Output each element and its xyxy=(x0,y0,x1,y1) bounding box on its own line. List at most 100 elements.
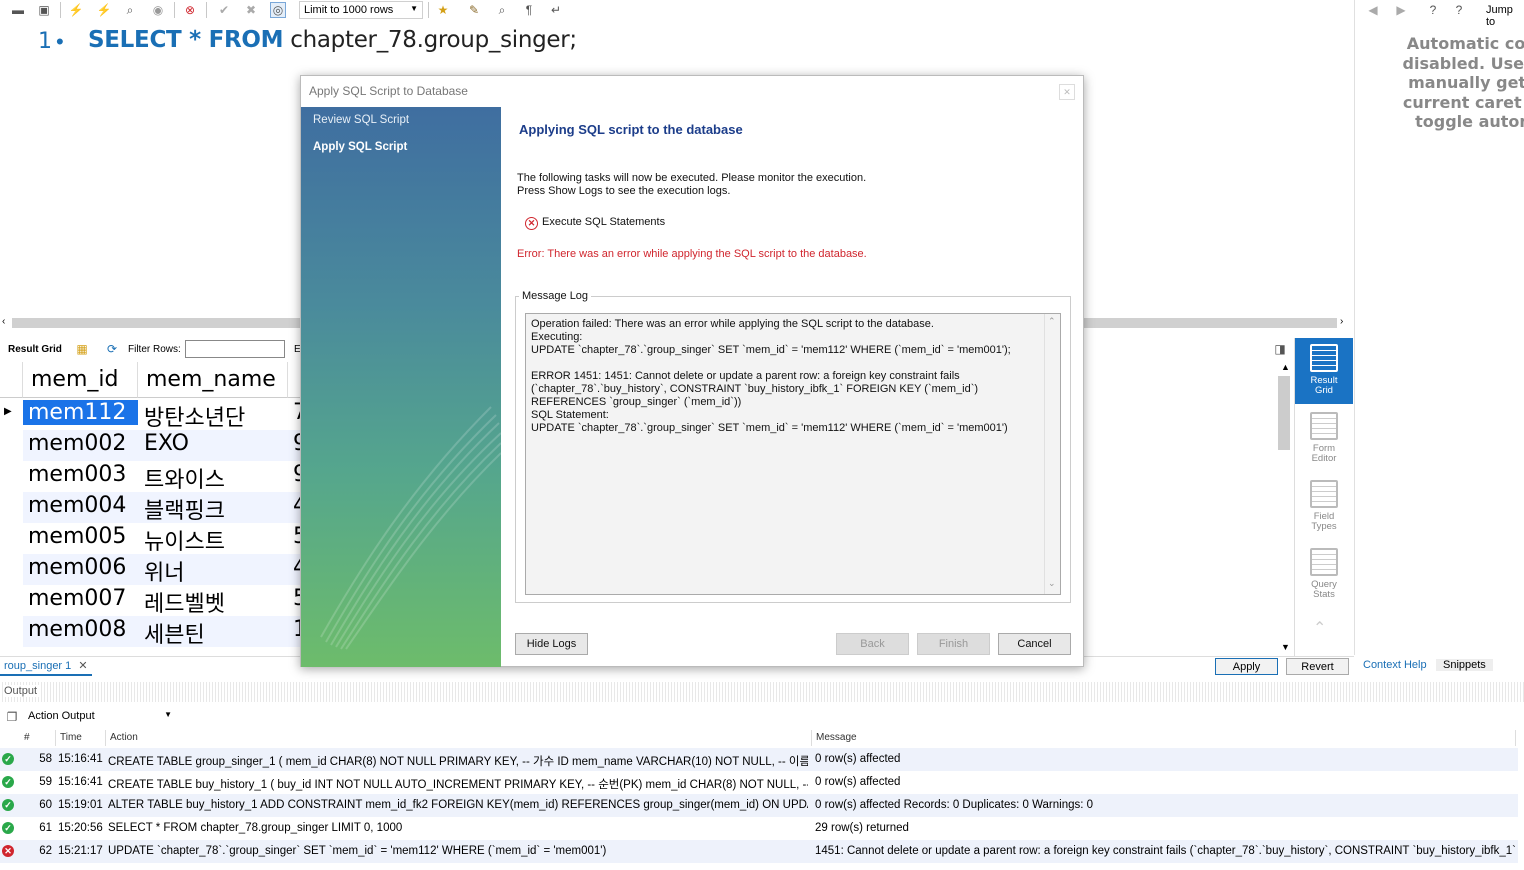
cell-partial[interactable]: 9 xyxy=(293,431,300,456)
cell-mem-id[interactable]: mem003 xyxy=(23,462,138,487)
message-log-scrollbar[interactable]: ⌃ ⌄ xyxy=(1044,314,1060,594)
grid-vertical-scrollbar[interactable]: ▲ ▼ xyxy=(1276,362,1294,656)
cell-mem-name[interactable]: EXO xyxy=(144,431,294,456)
sql-statement[interactable]: SELECT * FROM chapter_78.group_singer; xyxy=(88,27,577,53)
table-row[interactable]: mem004블랙핑크4 xyxy=(23,492,300,525)
cell-mem-id[interactable]: mem004 xyxy=(23,493,138,518)
save-icon[interactable]: ▣ xyxy=(36,2,52,18)
scroll-up-icon[interactable]: ▲ xyxy=(1281,362,1290,372)
output-row[interactable]: ✕ 62 15:21:17 UPDATE `chapter_78`.`group_si… xyxy=(0,840,1518,863)
open-folder-icon[interactable]: ▬ xyxy=(10,2,26,18)
table-row[interactable]: mem005뉴이스트5 xyxy=(23,523,300,556)
limit-rows-select[interactable]: Limit to 1000 rows ▼ xyxy=(299,1,423,19)
revert-button[interactable]: Revert xyxy=(1286,658,1349,675)
side-tab-result-grid[interactable]: Result Grid xyxy=(1295,338,1353,404)
scroll-down-icon[interactable]: ▼ xyxy=(1281,642,1290,652)
result-grid[interactable]: mem_id mem_name ▶ mem112방탄소년단7mem002EXO9… xyxy=(0,362,300,656)
finish-button[interactable]: Finish xyxy=(917,633,990,655)
tab-snippets[interactable]: Snippets xyxy=(1436,659,1493,671)
beautify-broom-icon[interactable]: ✎ xyxy=(466,2,482,18)
action-output-select[interactable]: Action Output ▼ xyxy=(24,708,174,726)
cell-mem-name[interactable]: 트와이스 xyxy=(144,462,294,494)
cancel-button[interactable]: Cancel xyxy=(998,633,1071,655)
cell-mem-name[interactable]: 세븐틴 xyxy=(144,617,294,649)
execute-current-icon[interactable]: ⚡ xyxy=(96,2,112,18)
commit-icon[interactable]: ✔ xyxy=(216,2,232,18)
tab-group-singer[interactable]: roup_singer 1 ✕ xyxy=(0,657,92,676)
cell-mem-name[interactable]: 뉴이스트 xyxy=(144,524,294,556)
back-button[interactable]: Back xyxy=(836,633,909,655)
column-header-num[interactable]: # xyxy=(20,730,56,746)
column-header-mem-id[interactable]: mem_id xyxy=(23,362,138,398)
column-header-mem-name[interactable]: mem_name xyxy=(138,362,288,398)
invisible-chars-icon[interactable]: ¶ xyxy=(521,2,537,18)
auto-help-icon[interactable]: ? xyxy=(1451,2,1467,18)
bookmark-star-icon[interactable]: ★ xyxy=(435,2,451,18)
output-row[interactable]: ✓ 61 15:20:56 SELECT * FROM chapter_78.grou… xyxy=(0,817,1518,840)
find-magnifier-icon[interactable]: ⌕ xyxy=(494,2,510,18)
forward-arrow-icon[interactable]: ▶ xyxy=(1393,2,1409,18)
cell-partial[interactable]: 9 xyxy=(293,462,300,487)
cell-partial[interactable]: 4 xyxy=(293,493,300,518)
jump-to-label[interactable]: Jump to xyxy=(1486,4,1524,28)
cell-mem-id[interactable]: mem007 xyxy=(23,586,138,611)
expand-more-icon[interactable]: ⌃ xyxy=(1313,618,1326,638)
word-wrap-icon[interactable]: ↵ xyxy=(548,2,564,18)
cell-mem-name[interactable]: 위너 xyxy=(144,555,294,587)
back-arrow-icon[interactable]: ◀ xyxy=(1365,2,1381,18)
cell-mem-name[interactable]: 방탄소년단 xyxy=(144,400,294,432)
rollback-icon[interactable]: ✖ xyxy=(243,2,259,18)
autocommit-toggle-icon[interactable]: ◎ xyxy=(270,2,286,18)
output-row[interactable]: ✓ 60 15:19:01 ALTER TABLE buy_history_1 ADD… xyxy=(0,794,1518,817)
scrollbar-thumb[interactable] xyxy=(1278,376,1290,450)
table-row[interactable]: mem112방탄소년단7 xyxy=(23,399,300,432)
explain-magnifier-icon[interactable]: ⌕ xyxy=(122,2,138,18)
scroll-left-icon[interactable]: ‹ xyxy=(2,316,5,327)
help-icon[interactable]: ? xyxy=(1425,2,1441,18)
column-header-message[interactable]: Message xyxy=(812,730,1516,746)
tab-context-help[interactable]: Context Help xyxy=(1363,659,1427,671)
table-row[interactable]: mem008세븐틴1 xyxy=(23,616,300,649)
scroll-down-icon[interactable]: ⌄ xyxy=(1048,578,1056,589)
column-header-action[interactable]: Action xyxy=(106,730,812,746)
side-tab-query-stats[interactable]: Query Stats xyxy=(1295,542,1353,608)
close-icon[interactable]: ✕ xyxy=(1059,84,1075,100)
scroll-right-icon[interactable]: › xyxy=(1340,316,1343,327)
hide-logs-button[interactable]: Hide Logs xyxy=(515,633,588,655)
apply-button[interactable]: Apply xyxy=(1215,658,1278,675)
column-header-time[interactable]: Time xyxy=(56,730,106,746)
stop-icon[interactable]: ◉ xyxy=(150,2,166,18)
toggle-panel-icon[interactable]: ◨ xyxy=(1272,341,1288,357)
cell-mem-name[interactable]: 블랙핑크 xyxy=(144,493,294,525)
cell-mem-id[interactable]: mem112 xyxy=(23,400,138,425)
cell-partial[interactable]: 1 xyxy=(293,617,300,642)
execute-lightning-icon[interactable]: ⚡ xyxy=(68,2,84,18)
side-tab-form-editor[interactable]: Form Editor xyxy=(1295,406,1353,472)
side-tab-field-types[interactable]: Field Types xyxy=(1295,474,1353,540)
copy-icon[interactable]: ❐ xyxy=(4,709,20,725)
table-row[interactable]: mem002EXO9 xyxy=(23,430,300,461)
refresh-icon[interactable]: ⟳ xyxy=(104,341,120,357)
table-row[interactable]: mem006위너4 xyxy=(23,554,300,587)
output-row[interactable]: ✓ 59 15:16:41 CREATE TABLE buy_history_1 ( … xyxy=(0,771,1518,794)
cell-partial[interactable]: 4 xyxy=(293,555,300,580)
table-row[interactable]: mem003트와이스9 xyxy=(23,461,300,494)
message-log-textbox[interactable]: Operation failed: There was an error whi… xyxy=(525,313,1061,595)
close-icon[interactable]: ✕ xyxy=(78,660,87,672)
cell-mem-id[interactable]: mem008 xyxy=(23,617,138,642)
error-toggle-icon[interactable]: ⊗ xyxy=(182,2,198,18)
cell-mem-name[interactable]: 레드벨벳 xyxy=(144,586,294,618)
grid-view-icon[interactable]: ▦ xyxy=(74,341,90,357)
output-row[interactable]: ✓ 58 15:16:41 CREATE TABLE group_singer_1 (… xyxy=(0,748,1518,771)
cell-partial[interactable]: 7 xyxy=(293,400,300,425)
table-row[interactable]: mem007레드벨벳5 xyxy=(23,585,300,618)
result-side-tabs: Result Grid Form Editor Field Types Quer… xyxy=(1294,338,1353,656)
cell-mem-id[interactable]: mem006 xyxy=(23,555,138,580)
cell-mem-id[interactable]: mem002 xyxy=(23,431,138,456)
cell-mem-id[interactable]: mem005 xyxy=(23,524,138,549)
cell-partial[interactable]: 5 xyxy=(293,586,300,611)
column-header-partial[interactable] xyxy=(288,362,300,398)
scroll-up-icon[interactable]: ⌃ xyxy=(1048,316,1056,327)
cell-partial[interactable]: 5 xyxy=(293,524,300,549)
filter-rows-input[interactable] xyxy=(185,340,285,358)
